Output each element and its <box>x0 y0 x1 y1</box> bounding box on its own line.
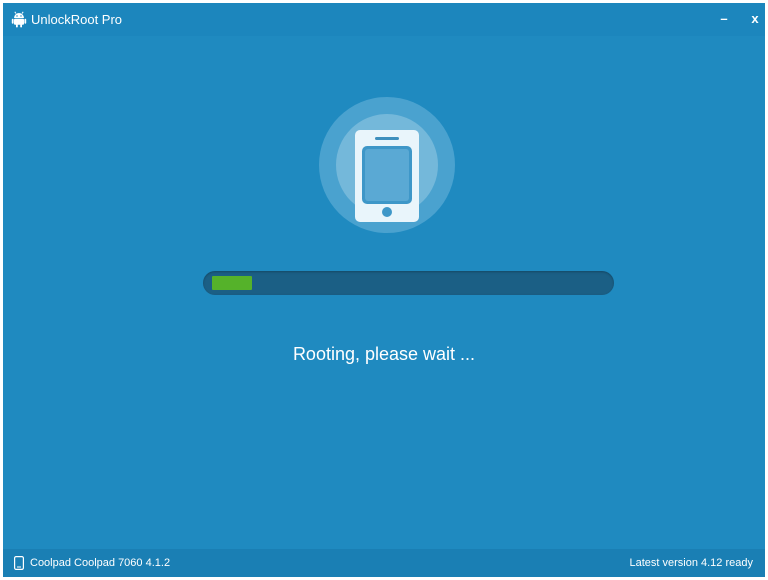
phone-icon <box>355 130 419 222</box>
version-status: Latest version 4.12 ready <box>629 557 753 569</box>
progress-fill <box>212 276 252 290</box>
device-name: Coolpad Coolpad 7060 4.1.2 <box>30 557 171 569</box>
status-message: Rooting, please wait ... <box>292 344 476 364</box>
android-icon <box>11 11 27 28</box>
device-icon <box>14 556 24 570</box>
status-bar: Coolpad Coolpad 7060 4.1.2 Latest versio… <box>3 549 765 577</box>
title-bar[interactable]: UnlockRoot Pro – x <box>3 3 765 36</box>
progress-bar <box>203 271 614 295</box>
close-button[interactable]: x <box>746 10 764 28</box>
window-title: UnlockRoot Pro <box>31 12 123 27</box>
progress-fill-area <box>209 276 608 290</box>
app-window: UnlockRoot Pro – x Rooting, please wait … <box>3 3 765 577</box>
minimize-button[interactable]: – <box>715 10 733 28</box>
